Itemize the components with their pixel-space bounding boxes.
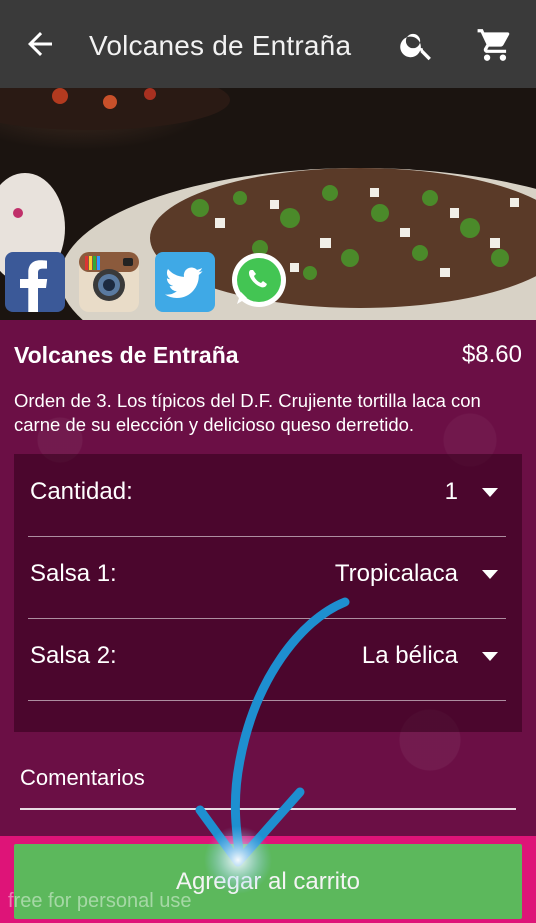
comments-field[interactable]: [20, 758, 516, 810]
dropdown-arrow-icon: [482, 652, 498, 661]
salsa-1-label: Salsa 1:: [30, 560, 117, 587]
options-panel: Cantidad: 1 Salsa 1: Tropicalaca Salsa 2…: [14, 454, 522, 732]
shopping-cart-icon[interactable]: [476, 26, 514, 64]
salsa-2-label: Salsa 2:: [30, 642, 117, 669]
quantity-select[interactable]: Cantidad: 1: [28, 454, 506, 537]
app-bar: Volcanes de Entraña: [0, 0, 536, 88]
page-title: Volcanes de Entraña: [89, 30, 352, 61]
arrow-back-icon[interactable]: [22, 26, 58, 62]
product-description: Orden de 3. Los típicos del D.F. Crujien…: [14, 390, 481, 435]
comments-input[interactable]: [20, 758, 516, 798]
dropdown-arrow-icon: [482, 570, 498, 579]
product-name: Volcanes de Entraña: [14, 342, 239, 368]
salsa-2-value: La bélica: [361, 642, 458, 669]
instagram-icon[interactable]: [79, 252, 139, 312]
product-price: $8.60: [461, 341, 522, 368]
salsa-1-select[interactable]: Salsa 1: Tropicalaca: [28, 536, 506, 619]
salsa-2-select[interactable]: Salsa 2: La bélica: [28, 618, 506, 701]
dropdown-arrow-icon: [482, 488, 498, 497]
twitter-icon[interactable]: [155, 252, 215, 312]
quantity-label: Cantidad:: [30, 478, 133, 505]
salsa-1-value: Tropicalaca: [334, 560, 458, 587]
facebook-icon[interactable]: [5, 252, 65, 312]
product-panel: Volcanes de Entraña $8.60 Orden de 3. Lo…: [0, 320, 536, 923]
whatsapp-icon[interactable]: [229, 252, 289, 312]
watermark: free for personal use: [8, 890, 192, 912]
quantity-value: 1: [444, 478, 458, 505]
search-icon[interactable]: [398, 26, 436, 64]
